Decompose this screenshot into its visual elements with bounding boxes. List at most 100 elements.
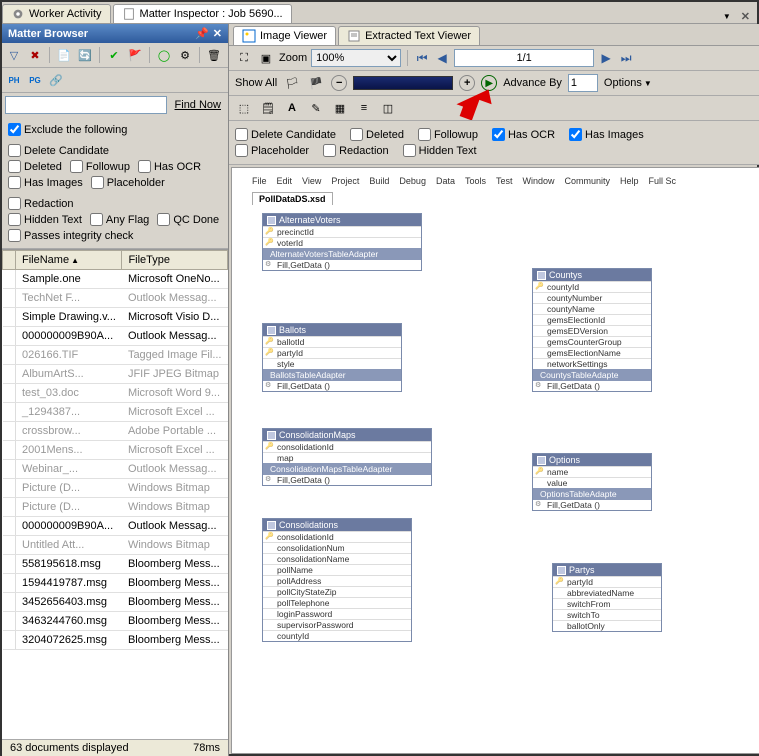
- flag-icon[interactable]: 🚩: [126, 46, 144, 64]
- table-row[interactable]: 3204072625.msg Bloomberg Mess...: [3, 631, 228, 650]
- row-indicator: [3, 422, 16, 441]
- options-dropdown[interactable]: Options▼: [604, 77, 652, 89]
- close-tab-button[interactable]: ✕: [738, 10, 753, 23]
- gear-icon[interactable]: ⚙: [176, 46, 194, 64]
- page-icon[interactable]: 📄: [55, 46, 73, 64]
- check-icon[interactable]: ✔: [105, 46, 123, 64]
- image-viewport[interactable]: FileEditViewProjectBuildDebugDataToolsTe…: [231, 167, 759, 754]
- highlight-icon[interactable]: ✎: [307, 99, 325, 117]
- vs-menu-item: Community: [565, 176, 611, 186]
- advance-by-input[interactable]: [568, 74, 598, 92]
- tab-overflow-button[interactable]: ▼: [720, 12, 734, 21]
- table-row[interactable]: _1294387... Microsoft Excel ...: [3, 403, 228, 422]
- col-filename[interactable]: FileName▲: [16, 251, 122, 270]
- prev-page-icon[interactable]: ◀: [434, 50, 450, 66]
- table-row[interactable]: Sample.one Microsoft OneNo...: [3, 270, 228, 289]
- filter-integrity[interactable]: Passes integrity check: [8, 229, 133, 242]
- table-row[interactable]: 000000009B90A... Outlook Messag...: [3, 517, 228, 536]
- browser-toolbar-2: PH PG 🔗: [2, 68, 228, 93]
- fit-page-icon[interactable]: ▣: [257, 49, 275, 67]
- filter-qc-done[interactable]: QC Done: [157, 213, 219, 226]
- filter-placeholder[interactable]: Placeholder: [91, 176, 165, 189]
- filter-exclude[interactable]: Exclude the following: [8, 123, 127, 136]
- filter-any-flag[interactable]: Any Flag: [90, 213, 149, 226]
- draw-select-icon[interactable]: ⬚: [235, 99, 253, 117]
- speed-slider[interactable]: [353, 76, 453, 90]
- filter-has-images[interactable]: Has Images: [8, 176, 83, 189]
- vfilter-delete-candidate[interactable]: Delete Candidate: [235, 128, 336, 141]
- filter-hidden-text[interactable]: Hidden Text: [8, 213, 82, 226]
- vfilter-has-ocr[interactable]: Has OCR: [492, 128, 555, 141]
- table-row[interactable]: 2001Mens... Microsoft Excel ...: [3, 441, 228, 460]
- table-row[interactable]: 558195618.msg Bloomberg Mess...: [3, 555, 228, 574]
- stop-icon[interactable]: ✖: [26, 46, 44, 64]
- link-icon[interactable]: 🔗: [47, 71, 65, 89]
- tab-matter-inspector[interactable]: Matter Inspector : Job 5690...: [113, 4, 292, 23]
- vfilter-redaction[interactable]: Redaction: [323, 144, 389, 157]
- table-row[interactable]: 3463244760.msg Bloomberg Mess...: [3, 612, 228, 631]
- note-icon[interactable]: 🗒: [259, 99, 277, 117]
- fit-width-icon[interactable]: ⛶: [235, 49, 253, 67]
- filter-delete-candidate[interactable]: Delete Candidate: [8, 144, 109, 157]
- filter-icon[interactable]: ▽: [5, 46, 23, 64]
- tab-image-viewer[interactable]: Image Viewer: [233, 26, 336, 45]
- table-row[interactable]: Picture (D... Windows Bitmap: [3, 498, 228, 517]
- close-icon[interactable]: ✕: [213, 27, 222, 40]
- table-row[interactable]: 1594419787.msg Bloomberg Mess...: [3, 574, 228, 593]
- table-row[interactable]: test_03.doc Microsoft Word 9...: [3, 384, 228, 403]
- row-indicator: [3, 327, 16, 346]
- vfilter-placeholder[interactable]: Placeholder: [235, 144, 309, 157]
- ph-icon[interactable]: PH: [5, 71, 23, 89]
- document-grid[interactable]: FileName▲ FileType Sample.one Microsoft …: [2, 249, 228, 739]
- slider-minus-button[interactable]: −: [331, 75, 347, 91]
- tab-worker-activity[interactable]: Worker Activity: [2, 4, 111, 23]
- layers-icon[interactable]: ≡: [355, 99, 373, 117]
- next-page-icon[interactable]: ▶: [598, 50, 614, 66]
- vfilter-has-images[interactable]: Has Images: [569, 128, 644, 141]
- flag-range-icon[interactable]: 🏴: [307, 74, 325, 92]
- row-indicator: [3, 555, 16, 574]
- table-row[interactable]: Picture (D... Windows Bitmap: [3, 479, 228, 498]
- first-page-icon[interactable]: ⏮: [414, 50, 430, 66]
- delete-icon[interactable]: 🗑: [205, 46, 223, 64]
- text-tool-icon[interactable]: A: [283, 99, 301, 117]
- table-row[interactable]: 3452656403.msg Bloomberg Mess...: [3, 593, 228, 612]
- vfilter-deleted[interactable]: Deleted: [350, 128, 404, 141]
- tab-extracted-text[interactable]: Extracted Text Viewer: [338, 26, 480, 45]
- pg-icon[interactable]: PG: [26, 71, 44, 89]
- vfilter-hidden-text[interactable]: Hidden Text: [403, 144, 477, 157]
- grid-icon[interactable]: ▦: [331, 99, 349, 117]
- search-input[interactable]: [5, 96, 167, 114]
- slider-plus-button[interactable]: +: [459, 75, 475, 91]
- refresh-icon[interactable]: 🔄: [76, 46, 94, 64]
- table-row[interactable]: crossbrow... Adobe Portable ...: [3, 422, 228, 441]
- filter-followup[interactable]: Followup: [70, 160, 130, 173]
- play-button[interactable]: ▶: [481, 75, 497, 91]
- search-row: Find Now: [2, 93, 228, 117]
- row-indicator-header[interactable]: [3, 251, 16, 270]
- cell-filename: 2001Mens...: [16, 441, 122, 460]
- table-row[interactable]: 026166.TIF Tagged Image Fil...: [3, 346, 228, 365]
- last-page-icon[interactable]: ⏭: [618, 50, 634, 66]
- viewer-toolbar-nav: ⛶ ▣ Zoom 100% ⏮ ◀ 1/1 ▶ ⏭: [229, 46, 759, 71]
- table-row[interactable]: Simple Drawing.v... Microsoft Visio D...: [3, 308, 228, 327]
- table-row[interactable]: 000000009B90A... Outlook Messag...: [3, 327, 228, 346]
- flag-toggle-icon[interactable]: 🏳: [283, 74, 301, 92]
- filter-deleted[interactable]: Deleted: [8, 160, 62, 173]
- crop-icon[interactable]: ◫: [379, 99, 397, 117]
- table-row[interactable]: Webinar_... Outlook Messag...: [3, 460, 228, 479]
- filter-redaction[interactable]: Redaction: [8, 197, 74, 210]
- qc-icon[interactable]: ◯: [155, 46, 173, 64]
- vfilter-followup[interactable]: Followup: [418, 128, 478, 141]
- zoom-select[interactable]: 100%: [311, 49, 401, 67]
- gear-icon: [11, 7, 25, 21]
- cell-filename: TechNet F...: [16, 289, 122, 308]
- cell-filename: 3204072625.msg: [16, 631, 122, 650]
- filter-has-ocr[interactable]: Has OCR: [138, 160, 201, 173]
- pin-icon[interactable]: 📌: [195, 27, 209, 40]
- find-now-link[interactable]: Find Now: [171, 99, 225, 111]
- table-row[interactable]: AlbumArtS... JFIF JPEG Bitmap: [3, 365, 228, 384]
- col-filetype[interactable]: FileType: [122, 251, 228, 270]
- table-row[interactable]: Untitled Att... Windows Bitmap: [3, 536, 228, 555]
- table-row[interactable]: TechNet F... Outlook Messag...: [3, 289, 228, 308]
